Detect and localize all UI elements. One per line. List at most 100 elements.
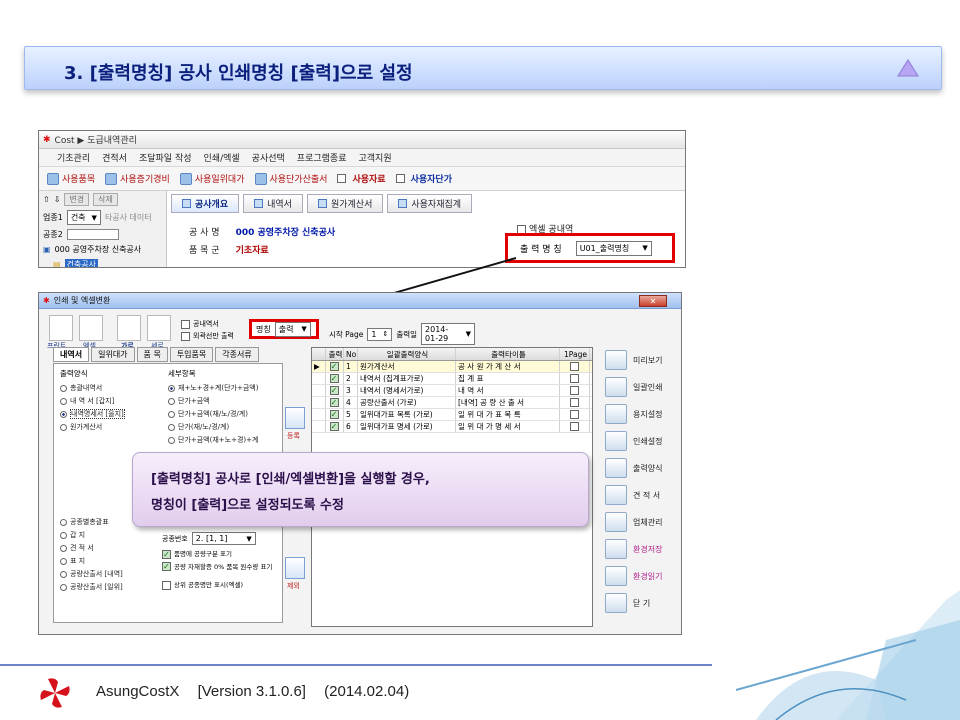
tab-items[interactable]: 품 목 [136,347,168,362]
table-row[interactable]: 3내역서 (명세서가로)내 역 서 [312,385,592,397]
batch-print-button[interactable]: 일괄인쇄 [601,374,681,400]
window-titlebar: ✱ Cost ▶ 도급내역관리 [39,131,685,149]
table-row[interactable]: 5일위대가표 목록 (가로)일 위 대 가 표 목 록 [312,409,592,421]
menu-item[interactable]: 견적서 [102,151,127,164]
tree-selected-node[interactable]: ▤ 건축공사 [39,257,166,267]
batch-print-icon [605,377,627,397]
close-icon[interactable]: ✕ [639,295,667,307]
print-date-select[interactable]: 2014-01-29 ▼ [421,323,476,345]
toolbar-used-items-button[interactable]: 사용품목 [47,172,95,185]
tab-unitcost[interactable]: 일위대가 [91,347,135,362]
option-radio[interactable]: 견 적 서 [60,543,123,553]
detail-radio[interactable]: 단가(재/노/경/계) [168,422,258,432]
excel-icon[interactable] [79,315,103,341]
other-project-data-button[interactable]: 타공사 데이터 [105,212,152,223]
paper-icon [605,404,627,424]
toolbar-used-data-check[interactable]: 사용자료 [337,172,386,185]
blank-estimate-check[interactable]: 공내역서 [181,319,219,329]
tab-documents[interactable]: 각종서류 [215,347,259,362]
preview-button[interactable]: 미리보기 [601,347,681,373]
menu-item[interactable]: 인쇄/엑셀 [204,151,240,164]
tab-project-overview[interactable]: 공사개요 [171,194,240,213]
main-tabs: 공사개요 내역서 원가계산서 사용자재집계 [171,194,473,213]
name-highlight: 명칭 출력 ▼ [249,319,319,339]
menu-item[interactable]: 공사선택 [252,151,285,164]
page-title: 3. [출력명칭] 공사 인쇄명칭 [출력]으로 설정 [64,63,413,84]
folder-icon: ▣ [43,245,51,254]
output-name-label: 출 력 명 칭 [520,244,562,255]
type-select[interactable]: 건축 ▼ [66,210,101,225]
tree-type-row: 업종1 건축 ▼ 타공사 데이터 [39,208,166,227]
move-up-icon[interactable]: ⇧ [43,195,50,204]
items-icon [47,172,59,185]
style-detail-radio[interactable]: 내역명세서 [을지] [60,409,125,419]
move-down-icon[interactable]: ⇩ [54,195,61,204]
toolbar-used-pricecalc-button[interactable]: 사용단가산출서 [254,172,327,185]
list-icon [182,199,191,208]
tab-input-items[interactable]: 투입품목 [169,347,214,362]
option-radio[interactable]: 공량산출서 [내역] [60,569,123,579]
estimate-button[interactable]: 견 적 서 [601,482,681,508]
add-arrow-icon[interactable] [285,407,305,429]
outline-only-check[interactable]: 외곽선만 출력 [181,331,234,341]
style-summary-radio[interactable]: 총괄내역서 [60,383,125,393]
detail-radio[interactable]: 단가+금액(재/노/경/계) [168,409,258,419]
labor-type-check[interactable]: 품명에 공량구분 표기 [162,548,278,559]
group-input[interactable] [66,229,119,240]
style-cost-radio[interactable]: 원가계산서 [60,422,125,432]
project-name-row: 공 사 명 000 공영주차장 신축공사 [189,228,336,238]
portrait-icon[interactable] [147,315,171,341]
option-radio[interactable]: 공종별총괄표 [60,517,123,527]
tab-estimate[interactable]: 내역서 [243,194,303,213]
detail-radio[interactable]: 재+노+경+계(단가+금액) [168,383,258,393]
start-page-stepper[interactable]: 1 ⇕ [367,327,393,341]
footer-divider [0,664,712,666]
output-name-highlight: 출 력 명 칭 U01_출력명칭 ▼ [505,233,675,263]
table-row[interactable]: 6일위대가표 명세 (가로)일 위 대 가 명 세 서 [312,421,592,433]
menu-item[interactable]: 고객지원 [358,151,391,164]
original-qty-check[interactable]: 공량 자재할증 0% 품목 원수량 표기 [162,561,278,571]
toolbar-used-expense-button[interactable]: 사용증기경비 [105,172,170,185]
detail-radio[interactable]: 단가+금액(재+노+경)+계 [168,435,258,445]
callout-line-2: 명칭이 [출력]으로 설정되도록 수정 [151,498,344,513]
tab-cost-calc[interactable]: 원가계산서 [306,194,384,213]
toolbar-user-price-check[interactable]: 사용자단가 [395,172,452,185]
preview-icon [605,350,627,370]
print-settings-button[interactable]: 인쇄설정 [601,428,681,454]
table-row[interactable]: 4공량산출서 (가로)[내역] 공 량 산 출 서 [312,397,592,409]
table-row[interactable]: ▶1원가계산서공 사 원 가 계 산 서 [312,361,592,373]
name-select[interactable]: 출력 ▼ [274,321,311,337]
change-button[interactable]: 변경 [64,193,90,206]
document-icon [254,199,264,208]
detail-radio[interactable]: 단가+금액 [168,396,258,406]
option-radio[interactable]: 갑 지 [60,530,123,540]
menu-item[interactable]: 프로그램종료 [297,151,347,164]
load-env-button[interactable]: 환경읽기 [601,563,681,589]
tab-material-summary[interactable]: 사용자재집계 [387,194,473,213]
menu-item[interactable]: 조달파일 작성 [139,151,192,164]
option-radio[interactable]: 표 지 [60,556,123,566]
close-button[interactable]: 닫 기 [601,590,681,616]
page-settings: 시작 Page 1 ⇕ 출력일 2014-01-29 ▼ [329,323,476,345]
table-row[interactable]: 2내역서 (집계표가로)집 계 표 [312,373,592,385]
dialog-titlebar: ✱ 인쇄 및 엑셀변환 [39,293,681,309]
style-gap-radio[interactable]: 내 역 서 [갑지] [60,396,125,406]
vendor-manage-button[interactable]: 업체관리 [601,509,681,535]
print-icon[interactable] [49,315,73,341]
top-section-only-check[interactable]: 상위 공종명만 표시(엑셀) [162,579,278,590]
toolbar-used-unitcost-button[interactable]: 사용일위대가 [179,172,245,185]
section-number-select[interactable]: 2. [1, 1] ▼ [191,532,256,545]
scroll-up-icon[interactable] [896,58,920,78]
tree-project-node[interactable]: ▣ 000 공영주차장 신축공사 [39,242,166,257]
menu-item[interactable]: 기초관리 [57,151,90,164]
option-radio[interactable]: 공량산출서 [일위] [60,582,123,592]
save-env-button[interactable]: 환경저장 [601,536,681,562]
delete-button[interactable]: 삭제 [93,193,118,206]
remove-arrow-icon[interactable] [285,557,305,579]
paper-setup-button[interactable]: 용지설정 [601,401,681,427]
tab-estimate[interactable]: 내역서 [53,347,90,362]
output-style-button[interactable]: 출력양식 [601,455,681,481]
callout-line-1: [출력명칭] 공사로 [인쇄/엑셀변환]을 실행할 경우, [151,472,430,487]
landscape-icon[interactable] [117,315,141,341]
output-name-select[interactable]: U01_출력명칭 ▼ [575,240,652,256]
